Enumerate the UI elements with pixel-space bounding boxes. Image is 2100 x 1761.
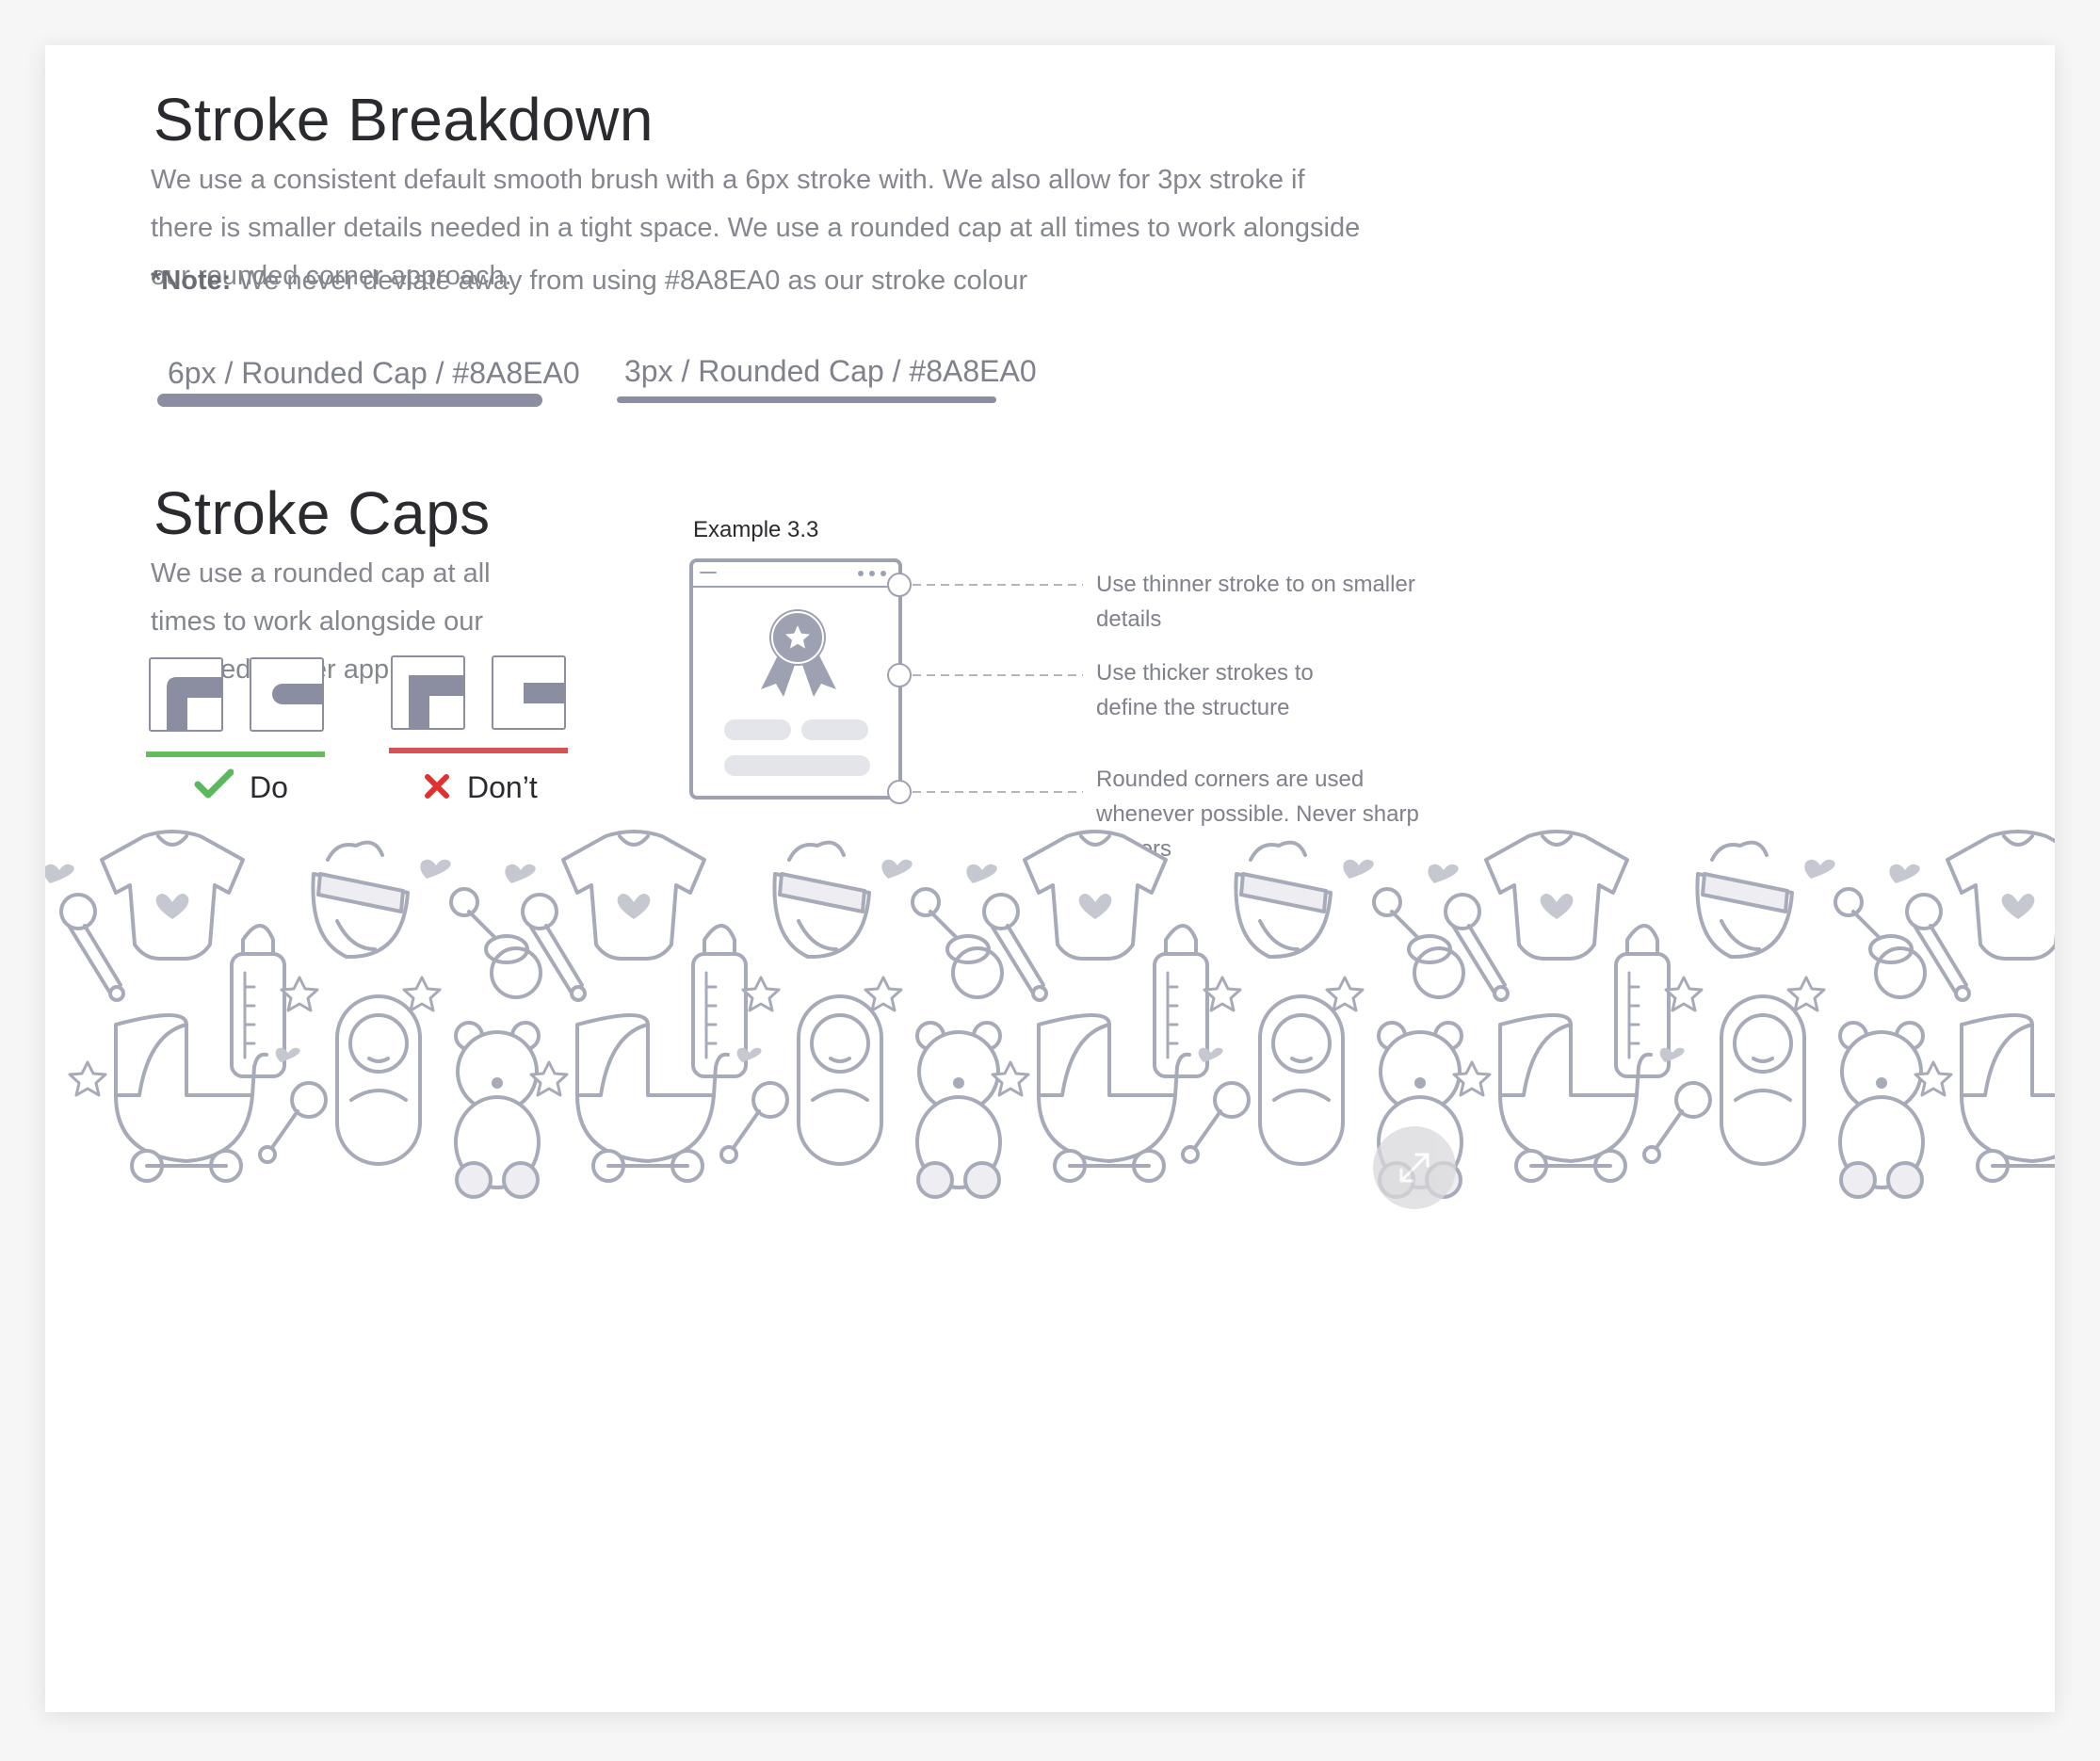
thick-stroke-sample <box>157 394 542 407</box>
content-card: Stroke Breakdown We use a consistent def… <box>45 45 2055 1712</box>
thick-stroke-label: 6px / Rounded Cap / #8A8EA0 <box>168 356 580 390</box>
check-icon <box>194 768 234 799</box>
do-underline <box>146 751 325 757</box>
thin-stroke-sample <box>617 396 996 403</box>
note-label: *Note: <box>151 266 232 296</box>
dont-underline <box>389 748 568 753</box>
cross-icon <box>425 774 449 799</box>
annotation-thin-stroke: Use thinner stroke to on smaller details <box>1096 572 1415 632</box>
example-illustration <box>689 558 1083 804</box>
do-rounded-corner-example <box>149 657 223 732</box>
do-rounded-cap-example <box>250 657 324 732</box>
annotation-thick-stroke: Use thicker strokes to define the struct… <box>1096 660 1314 720</box>
thin-stroke-label: 3px / Rounded Cap / #8A8EA0 <box>624 354 1037 388</box>
expand-icon <box>1399 1153 1430 1183</box>
expand-button[interactable] <box>1373 1126 1456 1209</box>
example-title: Example 3.3 <box>693 517 819 542</box>
stroke-breakdown-title: Stroke Breakdown <box>153 86 654 153</box>
stroke-caps-title: Stroke Caps <box>153 479 491 547</box>
dont-sharp-corner-example <box>391 655 465 730</box>
dont-square-cap-example <box>492 655 566 730</box>
baby-pattern-illustration <box>45 830 2055 1199</box>
stroke-colour-note: *Note: We never deviate away from using … <box>151 266 1027 297</box>
do-label: Do <box>250 770 288 804</box>
dont-label: Don’t <box>467 770 538 804</box>
note-text: We never deviate away from using #8A8EA0… <box>231 266 1028 296</box>
